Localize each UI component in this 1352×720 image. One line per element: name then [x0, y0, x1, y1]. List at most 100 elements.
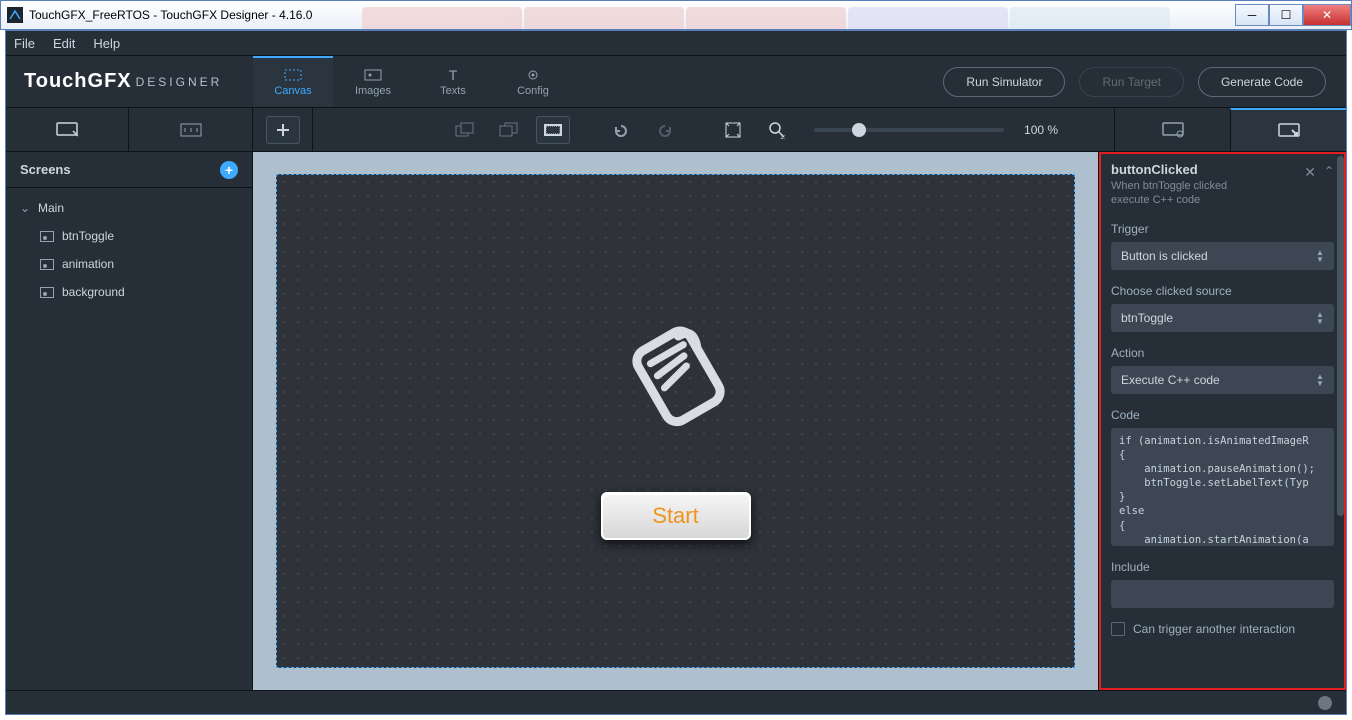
mode-config-label: Config [517, 85, 549, 97]
interaction-desc-2: execute C++ code [1111, 193, 1334, 207]
config-icon [523, 68, 543, 82]
minimize-button[interactable]: ─ [1235, 4, 1269, 26]
menu-file[interactable]: File [14, 36, 35, 51]
bg-tab [686, 7, 846, 29]
source-label: Choose clicked source [1111, 284, 1334, 298]
status-bar [6, 690, 1346, 714]
include-input[interactable] [1111, 580, 1334, 608]
brand-sub: DESIGNER [136, 75, 223, 89]
tree-root[interactable]: ⌄ Main [6, 194, 252, 222]
bg-tab [362, 7, 522, 29]
bring-front-icon[interactable] [448, 116, 482, 144]
menubar: File Edit Help [6, 31, 1346, 56]
code-textarea[interactable]: if (animation.isAnimatedImageR { animati… [1111, 428, 1334, 546]
tree-item-label: background [62, 285, 125, 299]
action-value: Execute C++ code [1121, 373, 1220, 387]
selection-tool[interactable] [536, 116, 570, 144]
tree-item-label: btnToggle [62, 229, 114, 243]
browser-tab-strip [362, 1, 1235, 29]
zoom-percent: 100 % [1024, 123, 1058, 137]
widget-icon [40, 287, 54, 298]
app-icon [5, 5, 25, 25]
right-panel: buttonClicked When btnToggle clicked exe… [1098, 152, 1346, 690]
properties-tab[interactable] [1156, 116, 1190, 144]
mode-config[interactable]: Config [493, 56, 573, 107]
trigger-value: Button is clicked [1121, 249, 1208, 263]
zoom-reset-button[interactable]: 1:1 [760, 116, 794, 144]
status-indicator-icon[interactable] [1318, 696, 1332, 710]
start-button-label: Start [652, 503, 698, 529]
toolbar: 1:1 100 % [6, 108, 1346, 152]
mode-texts-label: Texts [440, 85, 466, 97]
tree-item[interactable]: background [6, 278, 252, 306]
can-trigger-checkbox[interactable]: Can trigger another interaction [1111, 622, 1334, 636]
tree-item[interactable]: animation [6, 250, 252, 278]
trigger-label: Trigger [1111, 222, 1334, 236]
mode-canvas[interactable]: Canvas [253, 56, 333, 107]
widget-icon [40, 259, 54, 270]
add-button[interactable] [266, 116, 300, 144]
can-trigger-label: Can trigger another interaction [1133, 622, 1295, 636]
brand-logo: TouchGFX DESIGNER [6, 56, 253, 107]
collapse-interaction-icon[interactable]: ⌃ [1324, 164, 1334, 178]
menu-edit[interactable]: Edit [53, 36, 75, 51]
bg-tab [848, 7, 1008, 29]
send-back-icon[interactable] [492, 116, 526, 144]
mode-images[interactable]: Images [333, 56, 413, 107]
interaction-name[interactable]: buttonClicked [1111, 162, 1334, 177]
code-label: Code [1111, 408, 1334, 422]
scrollbar[interactable] [1337, 156, 1344, 516]
canvas-viewport[interactable]: Start [253, 152, 1098, 690]
left-panel: Screens + ⌄ Main btnToggle animation [6, 152, 253, 690]
mode-texts[interactable]: T Texts [413, 56, 493, 107]
source-value: btnToggle [1121, 311, 1173, 325]
maximize-button[interactable]: ☐ [1269, 4, 1303, 26]
bg-tab [1010, 7, 1170, 29]
artboard[interactable]: Start [276, 174, 1075, 668]
screens-tab[interactable] [50, 116, 84, 144]
add-screen-button[interactable]: + [220, 161, 238, 179]
interaction-desc-1: When btnToggle clicked [1111, 179, 1334, 193]
tree-item[interactable]: btnToggle [6, 222, 252, 250]
fit-screen-button[interactable] [716, 116, 750, 144]
interactions-tab[interactable] [1272, 117, 1306, 145]
tree-item-label: animation [62, 257, 114, 271]
generate-code-button[interactable]: Generate Code [1198, 67, 1326, 97]
bg-tab [524, 7, 684, 29]
widgets-tab[interactable] [174, 116, 208, 144]
touch-logo-icon [606, 302, 746, 442]
spinner-icon: ▲▼ [1310, 242, 1330, 270]
undo-button[interactable] [604, 116, 638, 144]
left-panel-header: Screens + [6, 152, 252, 188]
svg-text:1:1: 1:1 [780, 134, 786, 139]
images-icon [363, 68, 383, 82]
spinner-icon: ▲▼ [1310, 366, 1330, 394]
spinner-icon: ▲▼ [1310, 304, 1330, 332]
chevron-down-icon: ⌄ [20, 201, 30, 215]
redo-button[interactable] [648, 116, 682, 144]
action-select[interactable]: Execute C++ code ▲▼ [1111, 366, 1334, 394]
run-simulator-button[interactable]: Run Simulator [943, 67, 1065, 97]
window-title: TouchGFX_FreeRTOS - TouchGFX Designer - … [29, 8, 312, 22]
mode-canvas-label: Canvas [274, 85, 311, 97]
action-label: Action [1111, 346, 1334, 360]
checkbox-icon [1111, 622, 1125, 636]
source-select[interactable]: btnToggle ▲▼ [1111, 304, 1334, 332]
run-target-button[interactable]: Run Target [1079, 67, 1183, 97]
zoom-thumb[interactable] [852, 123, 866, 137]
zoom-slider[interactable] [814, 128, 1004, 132]
brand-main: TouchGFX [24, 70, 132, 93]
trigger-select[interactable]: Button is clicked ▲▼ [1111, 242, 1334, 270]
texts-icon: T [443, 68, 463, 82]
app-frame: File Edit Help TouchGFX DESIGNER Canvas … [5, 30, 1347, 715]
canvas-icon [283, 68, 303, 82]
menu-help[interactable]: Help [93, 36, 120, 51]
close-button[interactable]: ✕ [1303, 4, 1351, 26]
tree-root-label: Main [38, 201, 64, 215]
delete-interaction-icon[interactable]: ✕ [1304, 164, 1316, 181]
start-button[interactable]: Start [601, 492, 751, 540]
window-titlebar: TouchGFX_FreeRTOS - TouchGFX Designer - … [0, 0, 1352, 30]
screen-tree: ⌄ Main btnToggle animation background [6, 188, 252, 312]
widget-icon [40, 231, 54, 242]
mode-images-label: Images [355, 85, 391, 97]
